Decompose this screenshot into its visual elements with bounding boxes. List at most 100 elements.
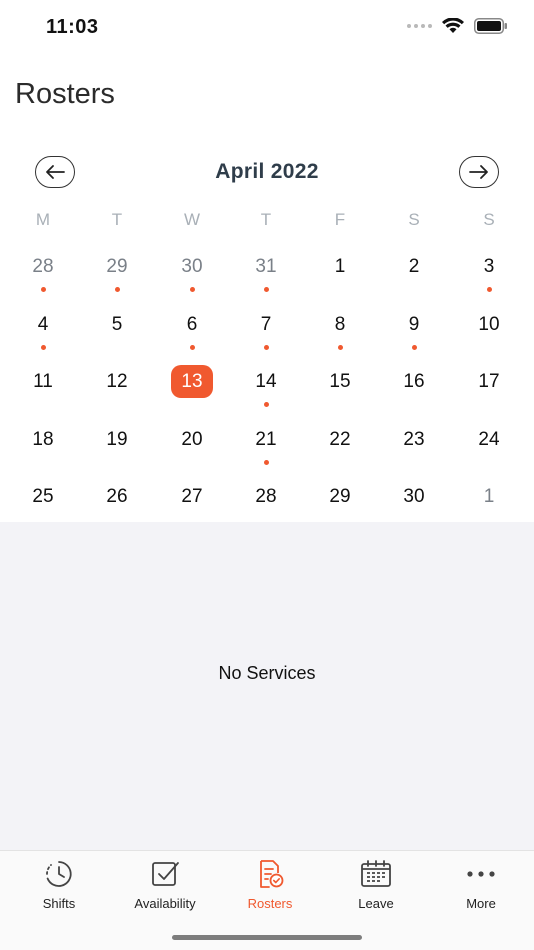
- calendar-day[interactable]: 14: [238, 365, 294, 417]
- day-number: 9: [408, 314, 420, 335]
- month-label: April 2022: [215, 160, 319, 183]
- roster-indicator-dot: [264, 287, 269, 292]
- calendar-grid: 28 29 30 31 1 2 3 4 5 6 7 8 9 10 11 12 13 14 15 16 17 18 19 20 2…: [0, 250, 534, 520]
- tab-label: Availability: [134, 896, 196, 911]
- day-number: 14: [255, 371, 277, 392]
- tab-rosters[interactable]: Rosters: [217, 859, 323, 919]
- roster-indicator-dot: [264, 402, 269, 407]
- weekday-header: MTWTFSS: [0, 210, 534, 238]
- day-number: 4: [37, 314, 49, 335]
- calendar-day[interactable]: 19: [89, 423, 145, 475]
- roster-indicator-dot: [190, 287, 195, 292]
- day-number: 5: [111, 314, 123, 335]
- weekday-label: F: [334, 210, 346, 229]
- day-number: 1: [334, 256, 346, 277]
- weekday-label: S: [408, 210, 420, 229]
- day-number: 11: [33, 371, 53, 392]
- tab-label: Rosters: [247, 896, 293, 911]
- roster-indicator-dot: [190, 345, 195, 350]
- roster-indicator-dot: [487, 287, 492, 292]
- day-number: 27: [181, 486, 203, 507]
- calendar-day[interactable]: 22: [312, 423, 368, 475]
- day-number: 13: [181, 371, 203, 392]
- day-number: 31: [255, 256, 277, 277]
- tab-shifts[interactable]: Shifts: [6, 859, 112, 919]
- calendar-day[interactable]: 31: [238, 250, 294, 302]
- calendar-day[interactable]: 10: [461, 308, 517, 360]
- calendar-day[interactable]: 8: [312, 308, 368, 360]
- status-icons: [407, 18, 508, 34]
- day-number: 16: [403, 371, 425, 392]
- weekday-label: T: [260, 210, 272, 229]
- calendar-day-selected[interactable]: 13: [164, 365, 220, 417]
- day-number: 25: [32, 486, 54, 507]
- day-number: 6: [186, 314, 198, 335]
- page-title: Rosters: [15, 78, 115, 110]
- month-navigation: April 2022: [0, 150, 534, 194]
- calendar-day[interactable]: 18: [15, 423, 71, 475]
- calendar-day[interactable]: 24: [461, 423, 517, 475]
- wifi-icon: [442, 18, 464, 33]
- day-number: 3: [483, 256, 495, 277]
- calendar-day[interactable]: 20: [164, 423, 220, 475]
- day-number: 18: [32, 429, 54, 450]
- calendar-day[interactable]: 29: [89, 250, 145, 302]
- day-number: 23: [403, 429, 425, 450]
- calendar-day[interactable]: 15: [312, 365, 368, 417]
- calendar-day[interactable]: 3: [461, 250, 517, 302]
- checkbox-icon: [152, 862, 179, 886]
- day-number: 20: [181, 429, 203, 450]
- calendar-day[interactable]: 21: [238, 423, 294, 475]
- day-number: 2: [408, 256, 420, 277]
- weekday-label: W: [183, 210, 201, 229]
- calendar-day[interactable]: 11: [15, 365, 71, 417]
- weekday-label: T: [111, 210, 123, 229]
- day-number: 28: [255, 486, 277, 507]
- status-bar: 11:03: [0, 0, 534, 56]
- calendar-day[interactable]: 7: [238, 308, 294, 360]
- roster-indicator-dot: [264, 345, 269, 350]
- calendar-day[interactable]: 12: [89, 365, 145, 417]
- day-number: 1: [483, 486, 495, 507]
- calendar-day[interactable]: 28: [15, 250, 71, 302]
- calendar-icon: [361, 860, 391, 887]
- day-number: 29: [106, 256, 128, 277]
- calendar-day[interactable]: 30: [164, 250, 220, 302]
- tab-leave[interactable]: Leave: [323, 859, 429, 919]
- calendar-day[interactable]: 23: [386, 423, 442, 475]
- day-number: 24: [478, 429, 500, 450]
- calendar-day[interactable]: 1: [312, 250, 368, 302]
- day-number: 12: [106, 371, 128, 392]
- tab-label: More: [466, 896, 496, 911]
- calendar-day[interactable]: 16: [386, 365, 442, 417]
- day-number: 30: [403, 486, 425, 507]
- calendar-day[interactable]: 2: [386, 250, 442, 302]
- clock-history-icon: [46, 861, 72, 887]
- day-number: 7: [260, 314, 272, 335]
- day-number: 30: [181, 256, 203, 277]
- day-number: 8: [334, 314, 346, 335]
- calendar-day[interactable]: 5: [89, 308, 145, 360]
- tab-availability[interactable]: Availability: [112, 859, 218, 919]
- roster-indicator-dot: [115, 287, 120, 292]
- day-number: 22: [329, 429, 351, 450]
- calendar-day[interactable]: 6: [164, 308, 220, 360]
- tab-label: Leave: [358, 896, 394, 911]
- calendar-day[interactable]: 4: [15, 308, 71, 360]
- next-month-button[interactable]: [459, 156, 499, 188]
- home-indicator: [172, 935, 362, 940]
- cellular-signal-icon: [407, 24, 432, 28]
- roster-indicator-dot: [412, 345, 417, 350]
- tab-more[interactable]: More: [428, 859, 534, 919]
- roster-document-icon: [260, 860, 284, 888]
- day-number: 28: [32, 256, 54, 277]
- roster-indicator-dot: [41, 287, 46, 292]
- day-number: 21: [255, 429, 277, 450]
- weekday-label: S: [483, 210, 495, 229]
- calendar-day[interactable]: 17: [461, 365, 517, 417]
- status-time: 11:03: [46, 16, 99, 38]
- day-number: 19: [106, 429, 128, 450]
- calendar-day[interactable]: 9: [386, 308, 442, 360]
- weekday-label: M: [35, 210, 51, 229]
- services-panel: No Services: [0, 522, 534, 850]
